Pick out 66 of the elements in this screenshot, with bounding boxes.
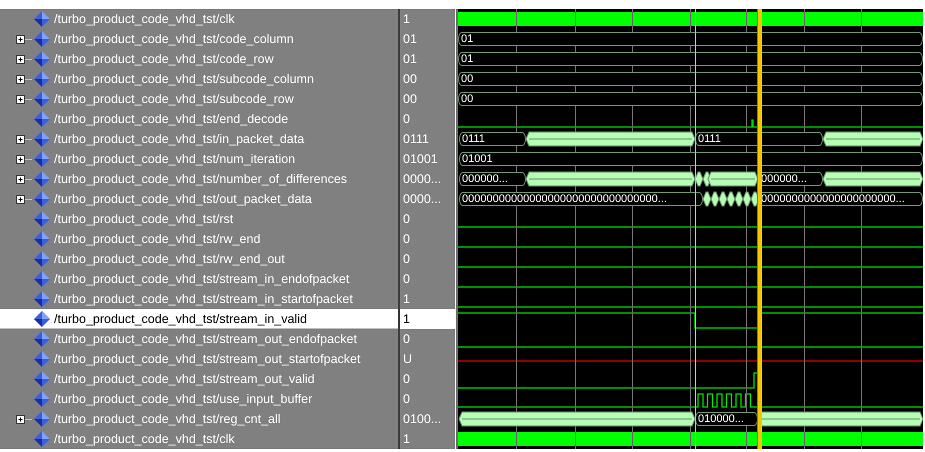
expand-icon[interactable] [16, 194, 32, 204]
expand-icon[interactable] [16, 174, 32, 184]
expand-icon[interactable] [16, 34, 32, 44]
diamond-icon [34, 431, 50, 447]
signal-name: /turbo_product_code_vhd_tst/stream_out_startofpacket [54, 352, 360, 366]
bus-value: 000000... [459, 172, 526, 186]
diamond-icon [34, 391, 50, 407]
signal-name: /turbo_product_code_vhd_tst/out_packet_data [54, 192, 312, 206]
toggling-segment [702, 192, 760, 206]
diamond-icon [34, 331, 50, 347]
signal-name: /turbo_product_code_vhd_tst/end_decode [54, 112, 288, 126]
bus-value: 00 [458, 72, 923, 86]
expand-icon[interactable] [16, 94, 32, 104]
diamond-icon [34, 231, 50, 247]
signal-name: /turbo_product_code_vhd_tst/stream_in_valid [54, 312, 307, 326]
diamond-icon [34, 191, 50, 207]
signal-name: /turbo_product_code_vhd_tst/subcode_column [54, 72, 314, 86]
signal-name: /turbo_product_code_vhd_tst/stream_in_endofpacket [54, 272, 350, 286]
diamond-icon [34, 351, 50, 367]
expand-icon[interactable] [16, 134, 32, 144]
signal-value: 1 [400, 309, 455, 329]
signal-name: /turbo_product_code_vhd_tst/rst [54, 212, 234, 226]
signal-name: /turbo_product_code_vhd_tst/in_packet_data [54, 132, 304, 146]
diamond-icon [34, 151, 50, 167]
expand-icon[interactable] [16, 74, 32, 84]
bus-value: 00 [458, 92, 923, 106]
diamond-icon [34, 371, 50, 387]
bus-value: 0111 [459, 132, 526, 146]
expand-icon[interactable] [16, 414, 32, 424]
signal-name: /turbo_product_code_vhd_tst/code_column [54, 32, 294, 46]
signal-row[interactable]: /turbo_product_code_vhd_tst/stream_in_valid [0, 309, 398, 329]
expand-icon[interactable] [16, 154, 32, 164]
diamond-icon [34, 11, 50, 27]
signal-name: /turbo_product_code_vhd_tst/reg_cnt_all [54, 412, 281, 426]
signal-name: /turbo_product_code_vhd_tst/use_input_buffer [54, 392, 312, 406]
signal-name: /turbo_product_code_vhd_tst/rw_end [54, 232, 260, 246]
diamond-icon [34, 251, 50, 267]
diamond-icon [34, 31, 50, 47]
diamond-icon [34, 51, 50, 67]
signal-name: /turbo_product_code_vhd_tst/stream_out_valid [54, 372, 315, 386]
diamond-icon [34, 111, 50, 127]
signal-name: /turbo_product_code_vhd_tst/clk [54, 432, 235, 446]
diamond-icon [34, 131, 50, 147]
diamond-icon [34, 411, 50, 427]
signal-name: /turbo_product_code_vhd_tst/number_of_differences [54, 172, 348, 186]
bus-value: 01 [458, 32, 923, 46]
signal-name: /turbo_product_code_vhd_tst/clk [54, 12, 235, 26]
diamond-icon [34, 310, 50, 326]
diamond-icon [34, 211, 50, 227]
signal-name: /turbo_product_code_vhd_tst/stream_out_endofpacket [54, 332, 357, 346]
signal-name: /turbo_product_code_vhd_tst/num_iteration [54, 152, 296, 166]
diamond-icon [34, 291, 50, 307]
bus-value: 010000... [695, 412, 758, 426]
bus-value: 01001 [459, 152, 923, 166]
bus-value: 01 [458, 52, 923, 66]
bus-value: 00000000000000000000000000000000... [459, 192, 703, 206]
diamond-icon [34, 171, 50, 187]
expand-icon[interactable] [16, 54, 32, 64]
diamond-icon [34, 71, 50, 87]
signal-name: /turbo_product_code_vhd_tst/subcode_row [54, 92, 294, 106]
bus-value: 0111 [695, 132, 823, 146]
signal-name: /turbo_product_code_vhd_tst/code_row [54, 52, 274, 66]
signal-name: /turbo_product_code_vhd_tst/rw_end_out [54, 252, 285, 266]
signal-name: /turbo_product_code_vhd_tst/stream_in_startofpacket [54, 292, 353, 306]
diamond-icon [34, 91, 50, 107]
diamond-icon [34, 271, 50, 287]
